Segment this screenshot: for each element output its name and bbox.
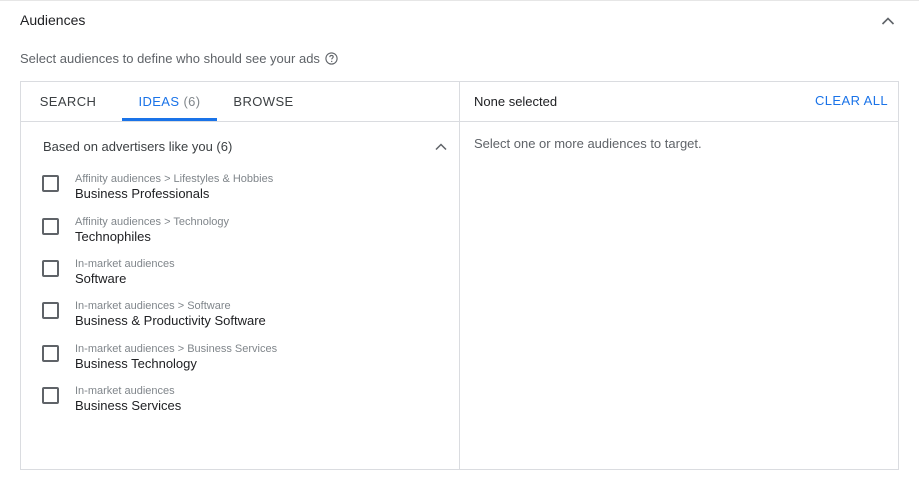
audience-checkbox[interactable]	[42, 218, 59, 235]
audience-category-path: In-market audiences	[75, 385, 175, 397]
section-subtitle: Select audiences to define who should se…	[20, 51, 338, 66]
collapse-section-button[interactable]	[876, 9, 900, 33]
audience-checkbox[interactable]	[42, 387, 59, 404]
group-header: Based on advertisers like you (6)	[43, 139, 233, 154]
audience-picker: SEARCH IDEAS (6) BROWSE Based on advertis…	[21, 82, 460, 469]
audience-item[interactable]: Affinity audiences > Lifestyles & Hobbie…	[21, 173, 459, 213]
selection-header: None selected CLEAR ALL	[460, 82, 898, 122]
audience-item[interactable]: In-market audiences Software	[21, 258, 459, 298]
audience-category-path: In-market audiences > Software	[75, 300, 231, 312]
chevron-up-icon	[430, 136, 452, 158]
audience-item[interactable]: In-market audiences > Business Services …	[21, 343, 459, 383]
audience-name: Business & Productivity Software	[75, 313, 266, 328]
audience-item[interactable]: In-market audiences > Software Business …	[21, 300, 459, 340]
audience-name: Business Services	[75, 398, 182, 413]
audience-checkbox[interactable]	[42, 260, 59, 277]
tab-ideas[interactable]: IDEAS (6)	[122, 82, 217, 121]
audience-item[interactable]: In-market audiences Business Services	[21, 385, 459, 425]
collapse-group-button[interactable]	[430, 136, 452, 158]
section-title: Audiences	[20, 12, 86, 28]
selection-status: None selected	[474, 94, 558, 109]
selected-audiences-pane: None selected CLEAR ALL Select one or mo…	[460, 82, 898, 469]
audience-panel: SEARCH IDEAS (6) BROWSE Based on advertis…	[20, 81, 899, 470]
audience-category-path: Affinity audiences > Technology	[75, 216, 230, 228]
tab-bar: SEARCH IDEAS (6) BROWSE	[21, 82, 459, 122]
active-tab-indicator	[122, 118, 217, 121]
tab-ideas-count: (6)	[183, 94, 201, 109]
empty-selection-message: Select one or more audiences to target.	[474, 136, 702, 151]
audience-name: Business Technology	[75, 356, 197, 371]
audience-category-path: In-market audiences	[75, 258, 175, 270]
tab-ideas-label: IDEAS	[138, 94, 180, 109]
audience-checkbox[interactable]	[42, 175, 59, 192]
audience-checkbox[interactable]	[42, 345, 59, 362]
chevron-up-icon	[876, 9, 900, 33]
clear-all-button[interactable]: CLEAR ALL	[815, 93, 888, 108]
audience-checkbox[interactable]	[42, 302, 59, 319]
top-divider	[0, 0, 919, 1]
tab-browse[interactable]: BROWSE	[226, 82, 301, 121]
subtitle-text: Select audiences to define who should se…	[20, 51, 320, 66]
tab-search[interactable]: SEARCH	[33, 82, 103, 121]
audience-category-path: Affinity audiences > Lifestyles & Hobbie…	[75, 173, 274, 185]
help-circle-icon[interactable]	[325, 52, 338, 65]
audience-name: Business Professionals	[75, 186, 210, 201]
audience-category-path: In-market audiences > Business Services	[75, 343, 278, 355]
audience-name: Software	[75, 271, 127, 286]
audience-item[interactable]: Affinity audiences > Technology Technoph…	[21, 216, 459, 256]
audience-name: Technophiles	[75, 229, 151, 244]
